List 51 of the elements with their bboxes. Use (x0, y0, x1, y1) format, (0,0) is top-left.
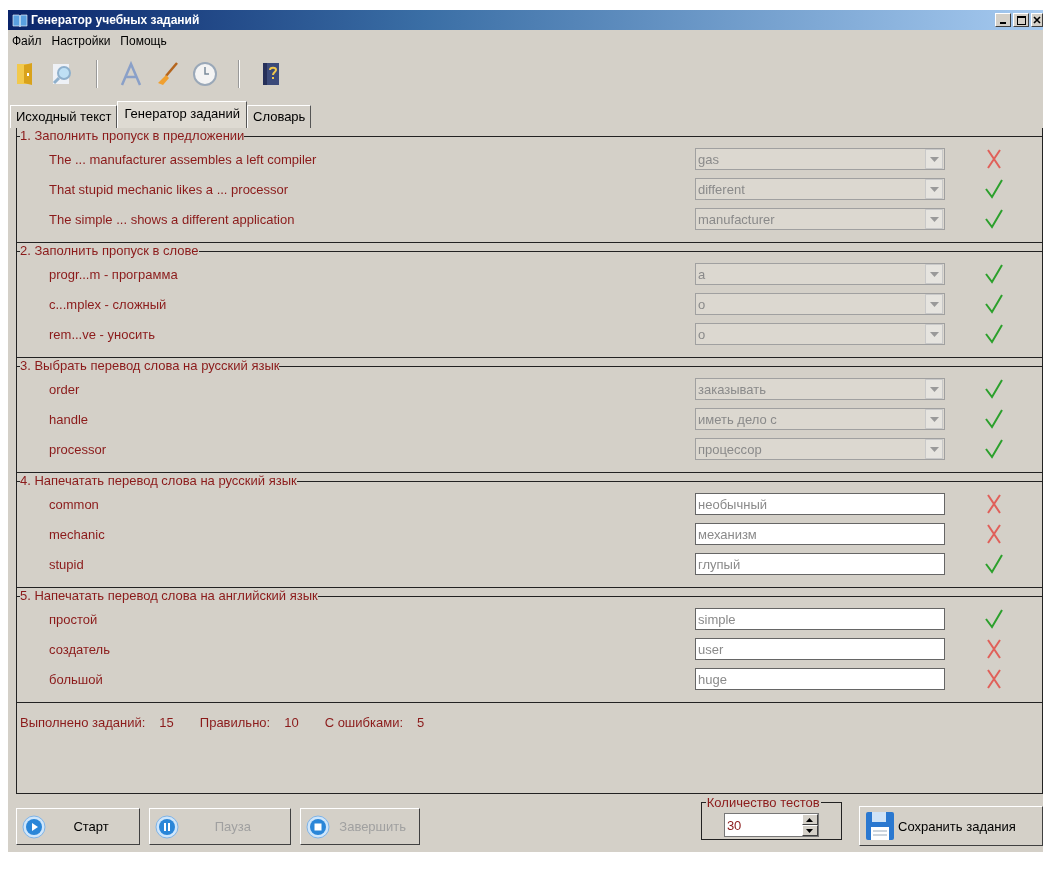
dropdown[interactable]: заказывать (695, 378, 945, 400)
save-button[interactable]: Сохранить задания (859, 806, 1043, 846)
task-prompt: handle (49, 411, 90, 427)
play-button[interactable]: Старт (16, 808, 141, 845)
task-prompt: The simple ... shows a different application (49, 211, 296, 227)
section-title: 3. Выбрать перевод слова на русский язык (20, 358, 280, 374)
window-title: Генератор учебных заданий (31, 13, 201, 27)
input-field[interactable]: механизм (695, 523, 945, 545)
input-field[interactable]: глупый (695, 553, 945, 575)
task-prompt: processor (49, 441, 108, 457)
task-prompt: rem...ve - уносить (49, 326, 156, 342)
tab[interactable]: Словарь (247, 105, 312, 128)
section-title: 1. Заполнить пропуск в предложении (20, 128, 245, 144)
task-prompt: большой (49, 671, 104, 687)
menu-item[interactable]: Файл (12, 34, 42, 48)
dropdown[interactable]: manufacturer (695, 208, 945, 230)
task-prompt: mechanic (49, 526, 106, 542)
task-prompt: The ... manufacturer assembles a left compiler (49, 151, 318, 167)
tab[interactable]: Генератор заданий (117, 101, 248, 128)
task-prompt: progr...m - программа (49, 266, 179, 282)
task-prompt: c...mplex - сложный (49, 296, 168, 312)
dropdown[interactable]: gas (695, 148, 945, 170)
dropdown[interactable]: o (695, 323, 945, 345)
stat-value: 15 (159, 715, 174, 730)
dropdown[interactable]: процессор (695, 438, 945, 460)
task-prompt: простой (49, 611, 99, 627)
input-field[interactable]: huge (695, 668, 945, 690)
dropdown[interactable]: иметь дело с (695, 408, 945, 430)
task-prompt: создатель (49, 641, 111, 657)
stat-label: С ошибками: (324, 715, 404, 730)
dropdown[interactable]: a (695, 263, 945, 285)
input-field[interactable]: simple (695, 608, 945, 630)
task-prompt: common (49, 496, 100, 512)
task-prompt: That stupid mechanic likes a ... processor (49, 181, 290, 197)
stat-label: Выполнено заданий: (20, 715, 146, 730)
section-title: 2. Заполнить пропуск в слове (20, 243, 199, 259)
group-label: Количество тестов (705, 796, 821, 810)
menu-item[interactable]: Настройки (51, 34, 111, 48)
stat-value: 10 (284, 715, 299, 730)
task-prompt: order (49, 381, 81, 397)
dropdown[interactable]: o (695, 293, 945, 315)
dropdown[interactable]: different (695, 178, 945, 200)
section-title: 5. Напечатать перевод слова на английский язык (20, 588, 318, 604)
stat-value: 5 (417, 715, 425, 730)
input-field[interactable]: user (695, 638, 945, 660)
task-prompt: stupid (49, 556, 85, 572)
section-title: 4. Напечатать перевод слова на русский язык (20, 473, 297, 489)
spin-field[interactable]: 30 (723, 813, 819, 837)
stat-label: Правильно: (199, 715, 271, 730)
input-field[interactable]: необычный (695, 493, 945, 515)
menu-item[interactable]: Помощь (120, 34, 167, 48)
